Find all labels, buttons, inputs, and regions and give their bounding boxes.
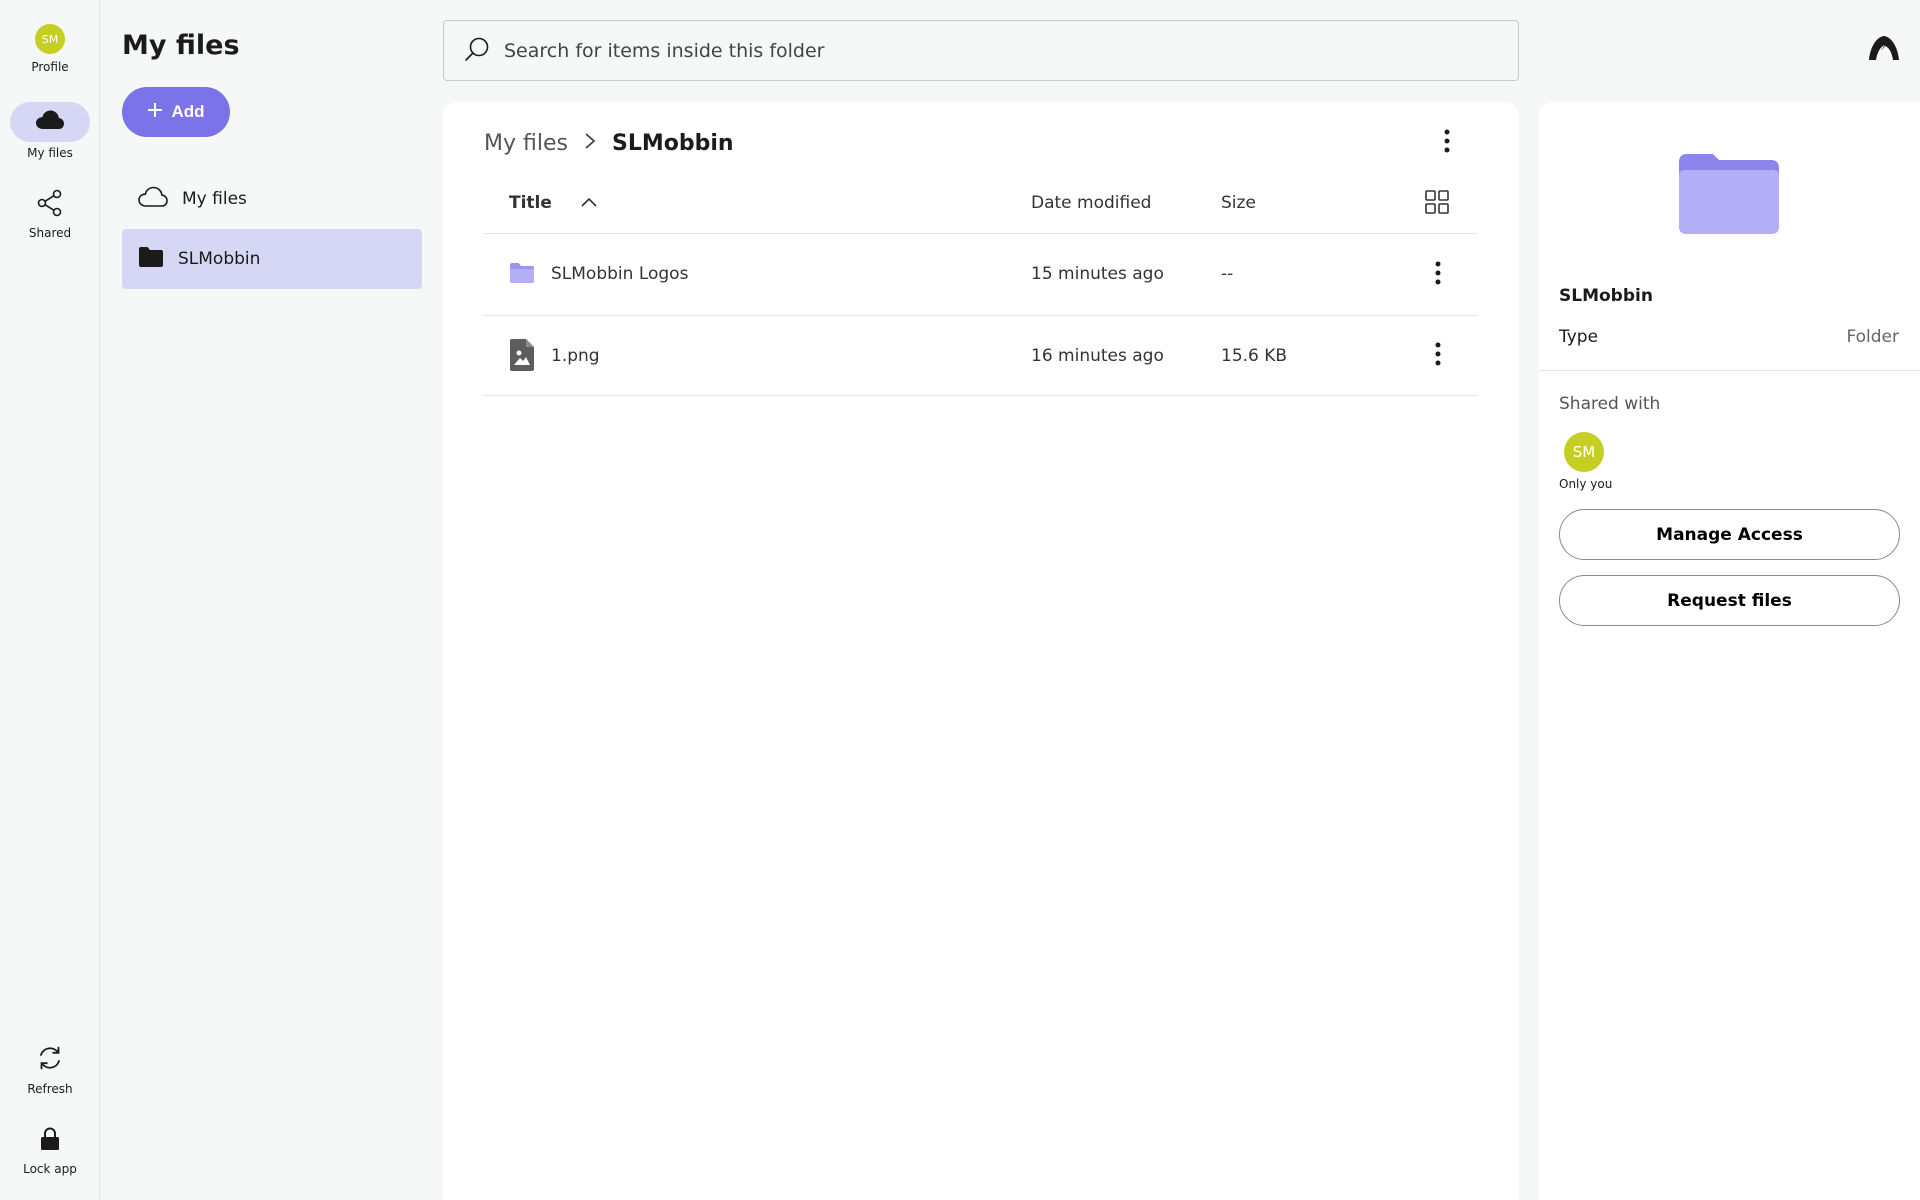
nav-item-my-files[interactable]: My files (122, 169, 422, 229)
details-panel (1539, 102, 1920, 1200)
folder-options-button[interactable] (1432, 128, 1462, 158)
nav-item-label: My files (182, 189, 247, 209)
image-file-icon (510, 339, 534, 375)
row-size: -- (1221, 264, 1234, 284)
column-title-label: Title (509, 193, 552, 213)
rail-lock-label: Lock app (23, 1162, 77, 1176)
more-vertical-icon (1435, 261, 1441, 289)
folder-icon (509, 262, 535, 288)
search-input[interactable] (504, 39, 1464, 62)
shared-user-avatar[interactable]: SM (1564, 432, 1604, 472)
rail-my-files-label: My files (27, 146, 73, 160)
chevron-up-icon (580, 193, 598, 213)
rail-my-files[interactable]: My files (0, 102, 100, 160)
profile-avatar: SM (35, 24, 65, 54)
rail-refresh[interactable]: Refresh (0, 1044, 100, 1096)
table-row[interactable] (484, 316, 1478, 395)
column-size-header[interactable]: Size (1221, 190, 1256, 216)
column-date-header[interactable]: Date modified (1031, 190, 1151, 216)
more-vertical-icon (1435, 342, 1441, 370)
row-size: 15.6 KB (1221, 346, 1288, 366)
rail-shared-label: Shared (28, 226, 72, 240)
lock-icon (38, 1126, 62, 1156)
row-date: 15 minutes ago (1031, 264, 1164, 284)
chevron-right-icon (584, 131, 596, 156)
details-item-name: SLMobbin (1559, 286, 1653, 306)
row-options-button[interactable] (1423, 341, 1453, 371)
grid-view-toggle[interactable] (1425, 190, 1449, 218)
rail-refresh-label: Refresh (27, 1082, 73, 1096)
row-date: 16 minutes ago (1031, 346, 1164, 366)
large-folder-icon (1679, 152, 1779, 238)
breadcrumb-root[interactable]: My files (484, 131, 568, 156)
brand-logo-icon (1868, 34, 1900, 66)
add-button[interactable]: Add (122, 87, 230, 137)
cloud-icon (138, 186, 168, 213)
page-title: My files (122, 30, 240, 61)
rail-my-files-pill (10, 102, 90, 142)
details-type-label: Type (1559, 327, 1599, 347)
shared-with-label: Shared with (1559, 394, 1661, 414)
only-you-label: Only you (1559, 477, 1613, 491)
search-icon (464, 36, 490, 66)
rail-lock-app[interactable]: Lock app (0, 1126, 100, 1176)
cloud-filled-icon (35, 109, 65, 135)
grid-view-icon (1425, 190, 1449, 218)
details-divider (1539, 370, 1920, 371)
manage-access-button[interactable]: Manage Access (1559, 509, 1900, 560)
breadcrumb: My files SLMobbin (484, 128, 734, 158)
row-options-button[interactable] (1423, 260, 1453, 290)
table-divider (484, 395, 1478, 396)
refresh-icon (36, 1044, 64, 1076)
rail-shared[interactable]: Shared (0, 188, 100, 240)
add-button-label: Add (171, 102, 205, 121)
request-files-button[interactable]: Request files (1559, 575, 1900, 626)
rail-profile-label: Profile (31, 60, 69, 74)
nav-item-label: SLMobbin (178, 249, 261, 269)
breadcrumb-current: SLMobbin (611, 130, 734, 156)
app-rail: SM Profile My files Shared Refresh Lock … (0, 0, 100, 1200)
column-title-header[interactable]: Title (509, 190, 598, 216)
folder-icon (138, 246, 164, 273)
row-name[interactable]: SLMobbin Logos (551, 259, 688, 289)
plus-icon (147, 102, 163, 123)
details-type-value: Folder (1846, 327, 1899, 347)
search-bar[interactable] (443, 20, 1519, 81)
more-vertical-icon (1444, 129, 1450, 157)
share-icon (35, 188, 65, 222)
nav-item-slmobbin[interactable]: SLMobbin (122, 229, 422, 289)
row-name[interactable]: 1.png (551, 341, 600, 371)
rail-profile[interactable]: SM Profile (0, 24, 100, 74)
